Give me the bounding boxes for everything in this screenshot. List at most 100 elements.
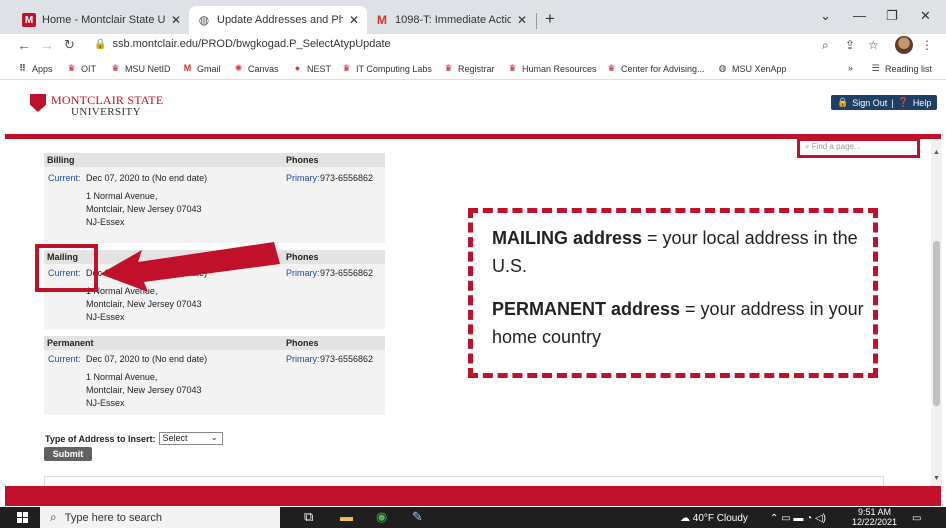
tab-strip: M Home - Montclair State Universit ✕ ◍ U… [0,0,946,34]
phones-heading: Phones [286,252,319,262]
weather-widget[interactable]: ☁ 40°F Cloudy [680,513,748,524]
gmail-icon: M [377,13,387,27]
close-tab-icon[interactable]: ✕ [517,13,527,27]
back-arrow-icon[interactable]: ← [17,37,31,53]
tab-home-montclair[interactable]: M Home - Montclair State Universit ✕ [14,6,189,34]
bookmark-gmail[interactable]: M Gmail [182,63,221,74]
search-icon: ⌕ [50,510,57,524]
lower-panel [44,476,884,486]
taskbar-search-box[interactable]: ⌕ Type here to search [40,507,280,528]
primary-phone-link[interactable]: Primary: [286,354,320,364]
reading-list[interactable]: ☰ Reading list [870,63,932,74]
reading-list-icon: ☰ [871,63,880,73]
msu-logo-icon: ♛ [111,63,120,73]
globe-icon: ◍ [198,13,210,27]
task-view-icon[interactable]: ⧉ [304,509,313,525]
current-link[interactable]: Current: [48,173,81,183]
current-link[interactable]: Current: [48,354,81,364]
address-line: Montclair, New Jersey 07043 [86,204,202,214]
page-scrollbar[interactable]: ▲ ▼ [931,139,942,486]
restore-icon[interactable]: ❐ [886,8,898,24]
globe-icon: ◍ [718,63,727,73]
bookmark-nest[interactable]: ● NEST [292,63,331,74]
tab-divider [536,13,537,29]
windows-taskbar: ⌕ Type here to search ⧉ ▬ ◉ ✎ ☁ 40°F Clo… [0,507,946,528]
sign-out-link[interactable]: Sign Out [850,98,889,108]
address-dates: Dec 07, 2020 to (No end date) [86,354,208,364]
share-icon[interactable]: ⇪ [845,38,855,52]
system-tray-icons[interactable]: ⌃ ▭ ▬ ◔ ◁) [770,513,826,524]
close-tab-icon[interactable]: ✕ [349,13,359,27]
tab-search-chevron-icon[interactable]: ⌄ [820,8,831,24]
address-line: 1 Normal Avenue, [86,191,158,201]
address-type-select[interactable]: Select ⌄ [158,432,223,445]
help-icon: ❓ [897,97,909,107]
permanent-address-block: Permanent Phones Current: Dec 07, 2020 t… [44,336,385,415]
bookmark-star-icon[interactable]: ☆ [868,38,879,52]
montclair-shield-icon [30,94,46,112]
windows-start-icon[interactable] [17,512,28,523]
address-type-heading: Billing [47,155,75,165]
msu-logo-icon: ♛ [508,63,517,73]
bookmark-netid[interactable]: ♛ MSU NetID [110,63,170,74]
reload-icon[interactable]: ↻ [64,37,75,53]
scroll-thumb[interactable] [933,241,940,406]
find-a-page-input[interactable]: ⌕ Find a page... [797,138,920,158]
url-text: ssb.montclair.edu/PROD/bwgkogad.P_Select… [112,38,391,50]
zoom-icon[interactable]: ⌕ [822,38,829,53]
explanation-callout: MAILING address = your local address in … [468,208,878,378]
new-tab-plus-icon[interactable]: + [545,9,555,29]
minimize-icon[interactable]: — [853,8,866,23]
address-line: NJ-Essex [86,217,125,227]
address-line: Montclair, New Jersey 07043 [86,299,202,309]
close-tab-icon[interactable]: ✕ [171,13,181,27]
menu-kebab-icon[interactable]: ⋮ [921,38,933,52]
bookmark-canvas[interactable]: ✺ Canvas [233,63,279,74]
bookmark-registrar[interactable]: ♛ Registrar [443,63,494,74]
chevron-down-icon: ⌄ [210,433,218,442]
chrome-icon[interactable]: ◉ [376,509,387,525]
scroll-down-icon[interactable]: ▼ [933,475,940,482]
bookmark-it-labs[interactable]: ♛ IT Computing Labs [341,63,431,74]
montclair-favicon-icon: M [22,13,36,27]
callout-permanent-text: PERMANENT address = your address in your… [492,299,864,347]
address-type-heading: Permanent [47,338,94,348]
phone-number: 973-6556862 [320,173,374,183]
msu-logo-icon: ♛ [67,63,76,73]
browser-toolbar: ← → ↻ 🔒 ssb.montclair.edu/PROD/bwgkogad.P… [0,34,946,58]
close-window-icon[interactable]: ✕ [920,8,931,24]
scroll-up-icon[interactable]: ▲ [933,149,940,156]
tab-gmail-1098t[interactable]: M 1098-T: Immediate Action Requi ✕ [367,6,535,34]
page-header: MONTCLAIR STATE UNIVERSITY 🔒 Sign Out | … [0,81,946,134]
lock-icon: 🔒 [837,97,849,107]
paint-icon[interactable]: ✎ [412,509,423,525]
forward-arrow-icon[interactable]: → [40,37,54,53]
address-line: NJ-Essex [86,312,125,322]
file-explorer-icon[interactable]: ▬ [340,509,353,524]
address-type-row: Type of Address to Insert: Select ⌄ [45,432,223,445]
more-bookmarks[interactable]: » [848,63,853,73]
address-type-label: Type of Address to Insert: [45,433,156,444]
mailing-highlight-box [35,244,98,292]
apps-grid-icon: ⠿ [18,63,27,73]
bookmark-advising[interactable]: ♛ Center for Advising... [606,63,704,74]
footer-red-bar [5,486,941,506]
bookmark-apps[interactable]: ⠿ Apps [17,63,53,74]
bookmark-hr[interactable]: ♛ Human Resources [507,63,596,74]
primary-phone-link[interactable]: Primary: [286,268,320,278]
primary-phone-link[interactable]: Primary: [286,173,320,183]
logo-subtitle: UNIVERSITY [71,106,141,118]
bookmark-xenapp[interactable]: ◍ MSU XenApp [717,63,787,74]
address-line: NJ-Essex [86,398,125,408]
address-bar[interactable]: 🔒 ssb.montclair.edu/PROD/bwgkogad.P_Selec… [94,38,391,50]
notifications-icon[interactable]: ▭ [912,513,921,524]
help-link[interactable]: Help [911,98,934,108]
address-dates: Dec 07, 2020 to (No end date) [86,173,208,183]
submit-button[interactable]: Submit [44,447,92,461]
address-line: Montclair, New Jersey 07043 [86,385,202,395]
bookmark-oit[interactable]: ♛ OIT [66,63,96,74]
profile-avatar[interactable] [895,36,913,54]
search-icon: ⌕ [805,142,810,151]
taskbar-clock[interactable]: 9:51 AM 12/22/2021 [852,507,897,527]
tab-update-addresses[interactable]: ◍ Update Addresses and Phones - ✕ [189,6,367,34]
